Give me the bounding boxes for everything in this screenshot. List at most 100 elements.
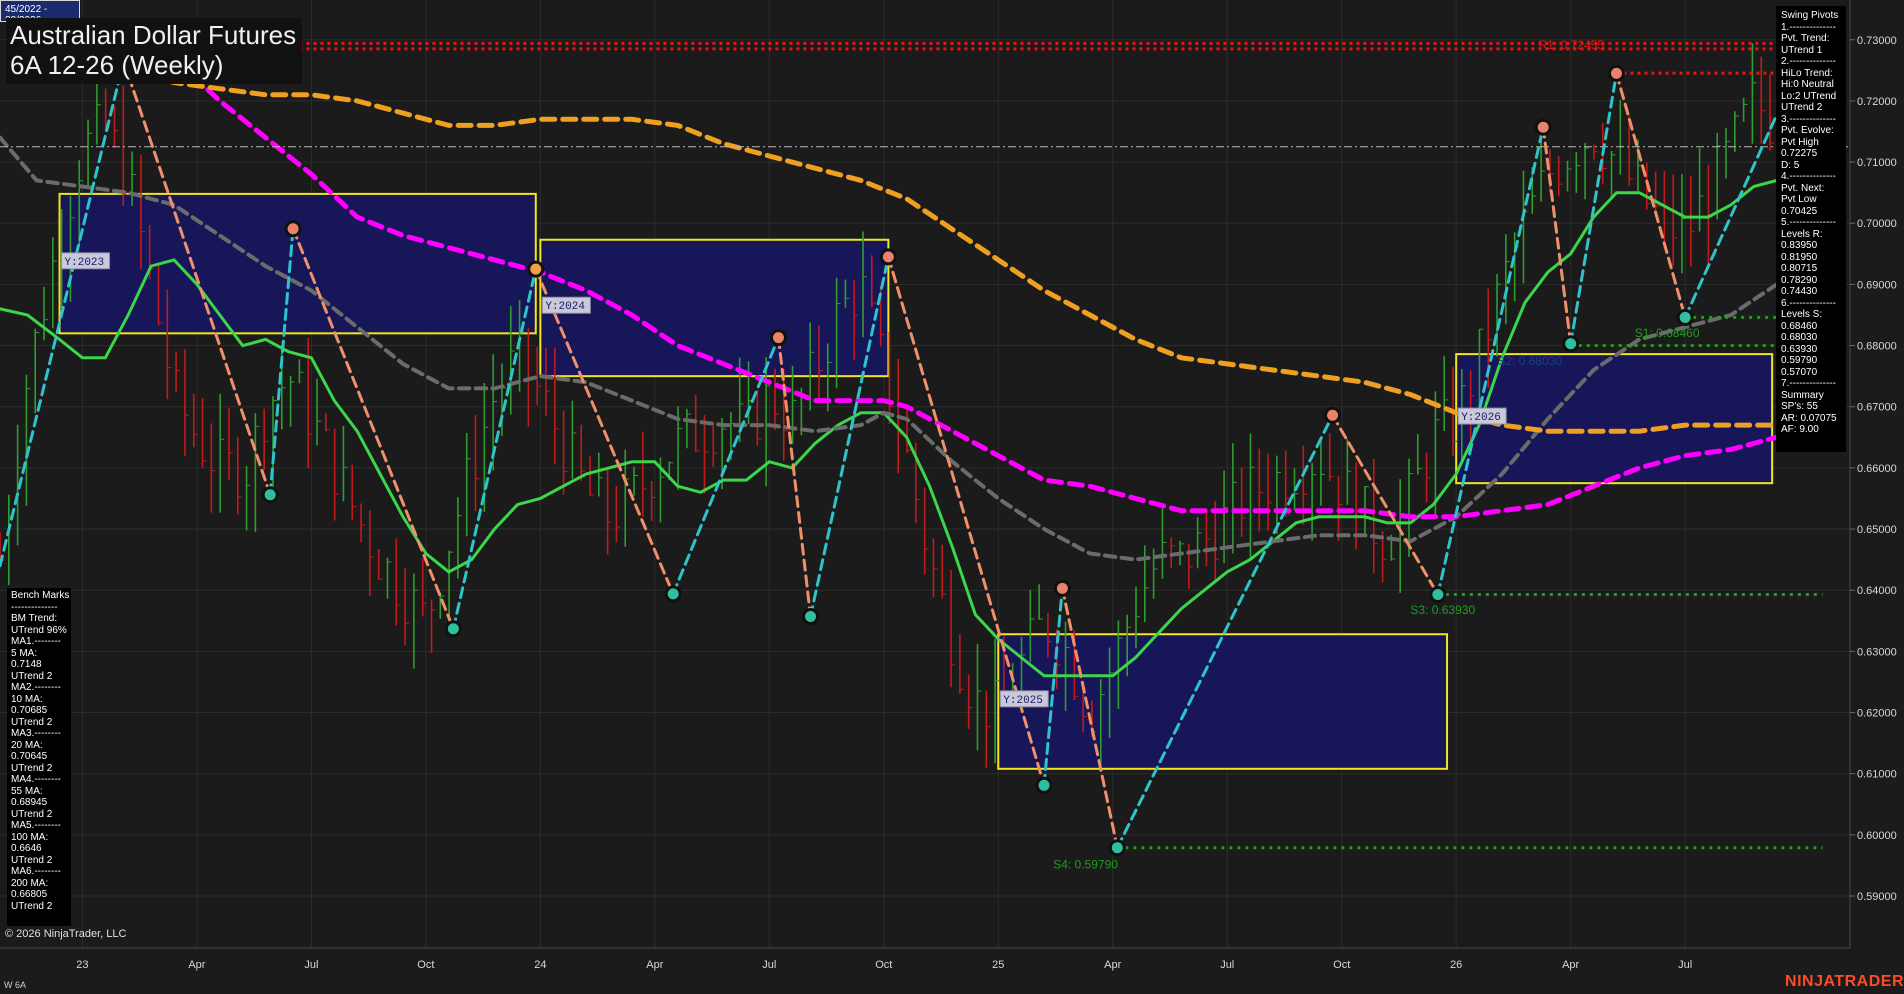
y-tick-label: 0.69000 (1857, 279, 1897, 291)
swing-panel-line: 5.-------------- (1781, 217, 1836, 228)
swing-panel-line: 4.-------------- (1781, 171, 1836, 182)
swing-panel-line: 0.72275 (1781, 148, 1818, 159)
pivot-low-marker (1108, 839, 1126, 857)
pivot-high-marker (1053, 579, 1071, 597)
x-tick-label: 24 (534, 959, 546, 971)
year-box-label: Y:2026 (1457, 407, 1507, 425)
x-tick-label: Apr (1562, 959, 1579, 971)
swing-panel-line: 0.57070 (1781, 366, 1818, 378)
swing-panel-line: 0.68030 (1781, 332, 1818, 343)
x-tick-label: Oct (1333, 959, 1350, 971)
price-axis[interactable]: 0.73000 0.72000 0.71000 0.70000 0.69000 0.680… (1850, 35, 1897, 903)
bench-panel-line: UTrend 2 (11, 670, 53, 682)
swing-panel-line: 0.83950 (1781, 240, 1818, 251)
y-tick-label: 0.62000 (1857, 708, 1897, 720)
bench-panel-line: 0.68945 (11, 797, 48, 808)
bench-panel-line: 0.70685 (11, 705, 48, 716)
bench-panel-line: 0.7148 (11, 659, 42, 670)
bench-panel-line: 5 MA: (11, 647, 38, 659)
year-box-label: Y:2024 (541, 296, 591, 314)
bench-panel-line: UTrend 2 (11, 808, 53, 820)
swing-panel-line: SP's: 55 (1781, 401, 1818, 412)
y-tick-label: 0.65000 (1857, 524, 1897, 536)
pivot-high-marker (527, 260, 545, 278)
swing-panel-line: 0.63930 (1781, 343, 1818, 355)
swing-panel-line: 0.78290 (1781, 274, 1818, 286)
bench-panel-line: MA1.-------- (11, 636, 61, 647)
bench-panel-line: -------------- (11, 601, 58, 613)
swing-panel-line: Levels S: (1781, 309, 1823, 320)
swing-panel-line: UTrend 1 (1781, 44, 1823, 56)
x-tick-label: Jul (1220, 959, 1234, 971)
year-box-label: Y:2023 (61, 252, 111, 270)
swing-panel-line: 0.74430 (1781, 286, 1818, 297)
pivot-low-marker (444, 620, 462, 638)
swing-panel-line: D: 5 (1781, 159, 1800, 171)
bench-panel-line: 100 MA: (11, 831, 49, 843)
x-tick-label: Jul (762, 959, 776, 971)
swing-panel-line: HiLo Trend: (1781, 67, 1833, 79)
swing-panel-line: Levels R: (1781, 228, 1823, 240)
swing-panel-line: AR: 0.07075 (1781, 412, 1837, 424)
bench-panel-line: 0.70645 (11, 751, 48, 762)
price-chart[interactable]: Y:2023 Y:2024 Y:2025 Y:2026 R1: 0.72455 S1: … (0, 0, 1904, 994)
level-label: S1: 0.68460 (1635, 326, 1700, 340)
x-tick-label: Apr (188, 959, 205, 971)
swing-panel-line: 0.80715 (1781, 263, 1818, 274)
swing-panel-line: 2.-------------- (1781, 56, 1836, 67)
swing-panel-line: 0.81950 (1781, 251, 1818, 263)
instrument-footer-label: W 6A (4, 980, 27, 990)
bench-panel-line: MA6.-------- (11, 866, 61, 877)
year-box-label-text: Y:2026 (1461, 412, 1501, 424)
pivot-low-marker (802, 608, 820, 626)
bench-panel-line: Bench Marks (11, 590, 70, 601)
swing-panel-line: Pvt. Evolve: (1781, 125, 1834, 136)
chart-background (0, 0, 1904, 994)
y-tick-label: 0.64000 (1857, 585, 1897, 597)
pivot-low-marker (1429, 585, 1447, 603)
swing-panel-line: Swing Pivots (1781, 10, 1839, 21)
y-tick-label: 0.63000 (1857, 646, 1897, 658)
swing-panel-line: Summary (1781, 389, 1824, 401)
y-tick-label: 0.72000 (1857, 96, 1897, 108)
y-tick-label: 0.61000 (1857, 769, 1897, 781)
bench-panel-line: 20 MA: (11, 739, 43, 751)
x-tick-label: Oct (417, 959, 434, 971)
y-tick-label: 0.60000 (1857, 830, 1897, 842)
swing-panel-line: 6.-------------- (1781, 297, 1836, 309)
y-tick-label: 0.73000 (1857, 35, 1897, 47)
x-tick-label: 23 (76, 959, 88, 971)
bench-panel-line: 0.6646 (11, 843, 42, 854)
swing-pivots-panel: Swing Pivots 1.-------------- Pvt. Trend: U… (1776, 6, 1846, 452)
chart-title: Australian Dollar Futures (10, 20, 297, 50)
x-tick-label: Jul (1678, 959, 1692, 971)
swing-panel-line: Hi:0 Neutral (1781, 79, 1834, 90)
level-label: S2: 0.68030 (1497, 354, 1562, 368)
swing-panel-line: 0.59790 (1781, 355, 1818, 366)
chart-title-box: Australian Dollar Futures 6A 12-26 (Week… (6, 18, 303, 84)
swing-panel-line: Pvt High (1781, 136, 1819, 148)
swing-panel-line: 0.68460 (1781, 320, 1818, 332)
level-label: S4: 0.59790 (1053, 857, 1118, 871)
swing-panel-line: Pvt Low (1781, 194, 1817, 205)
bench-panel-line: MA3.-------- (11, 728, 61, 739)
swing-panel-line: Pvt. Next: (1781, 182, 1825, 194)
bench-panel-line: 10 MA: (11, 693, 43, 705)
bench-panel-line: MA4.-------- (11, 774, 61, 785)
x-tick-label: Apr (1104, 959, 1121, 971)
pivot-high-marker (1607, 64, 1625, 82)
bench-panel-line: UTrend 2 (11, 854, 53, 866)
ninjatrader-logo: NINJATRADER (1785, 973, 1904, 990)
y-tick-label: 0.66000 (1857, 463, 1897, 475)
pivot-high-marker (1534, 118, 1552, 136)
bench-panel-line: UTrend 2 (11, 716, 53, 728)
bench-panel-line: 0.66805 (11, 889, 48, 900)
x-tick-label: Oct (875, 959, 892, 971)
pivot-high-marker (769, 329, 787, 347)
pivot-high-marker (284, 220, 302, 238)
year-box-label-text: Y:2024 (545, 301, 585, 313)
swing-panel-line: Lo:2 UTrend (1781, 90, 1837, 102)
x-tick-label: 26 (1450, 959, 1462, 971)
bench-panel-line: UTrend 2 (11, 900, 53, 912)
level-label: R1: 0.72455 (1539, 38, 1605, 52)
